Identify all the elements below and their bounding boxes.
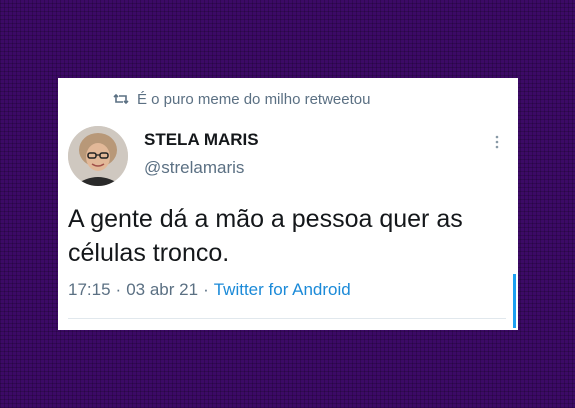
separator: · <box>115 280 122 299</box>
divider <box>68 318 506 319</box>
tweet-time: 17:15 <box>68 280 111 299</box>
tweet-source-link[interactable]: Twitter for Android <box>214 280 351 300</box>
tweet-meta: 17:15 · 03 abr 21 · Twitter for Android <box>68 280 351 300</box>
display-name[interactable]: STELA MARIS <box>144 130 259 150</box>
retweet-context: É o puro meme do milho retweetou <box>113 88 370 110</box>
tweet-text: A gente dá a mão a pessoa quer as célula… <box>68 205 463 267</box>
tweet-card[interactable]: É o puro meme do milho retweetou STELA M… <box>58 78 518 330</box>
profile-photo-icon <box>68 126 128 186</box>
user-handle[interactable]: @strelamaris <box>144 158 244 178</box>
scrollbar[interactable] <box>513 274 516 328</box>
retweet-label: É o puro meme do milho retweetou <box>137 90 371 108</box>
separator: · <box>203 280 209 299</box>
more-options-icon[interactable] <box>492 134 502 150</box>
avatar[interactable] <box>68 126 128 186</box>
tweet-date: 03 abr 21 <box>126 280 199 299</box>
retweet-icon <box>113 93 129 105</box>
